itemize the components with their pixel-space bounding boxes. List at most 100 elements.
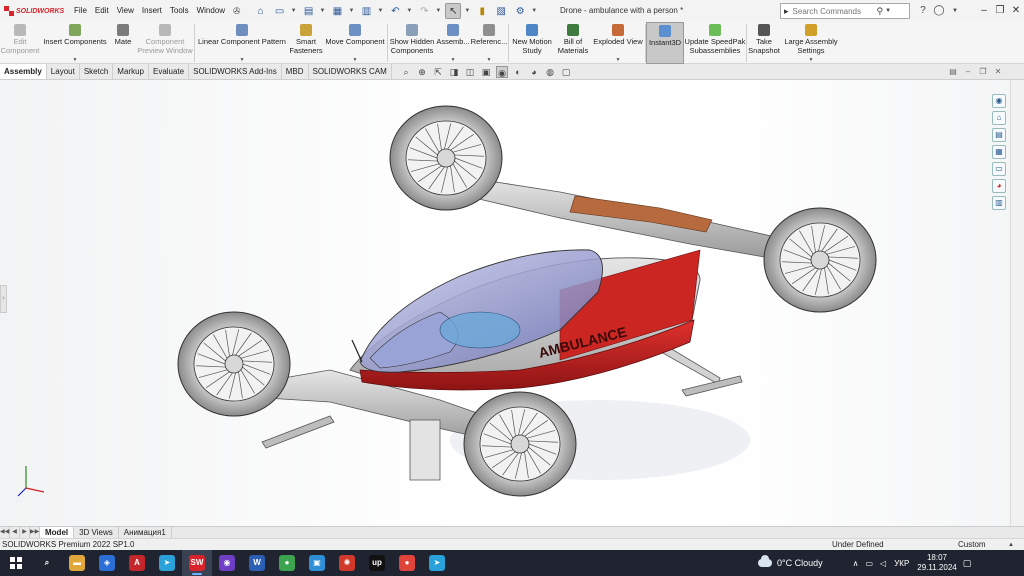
tray-chevron-icon[interactable]: ∧ [853,559,859,568]
file-explorer-pane-icon[interactable]: ▤ [992,128,1006,142]
redo-caret-icon[interactable]: ▼ [435,8,441,14]
tab-sketch[interactable]: Sketch [80,64,114,79]
network-icon[interactable]: ▭ [865,559,873,568]
ribbon-caret-icon[interactable]: ▼ [487,57,492,63]
reference-geometry-button[interactable]: Referenc... ▼ [470,22,508,64]
tab-evaluate[interactable]: Evaluate [149,64,190,79]
chrome-icon[interactable]: ● [272,550,302,576]
tab-markup[interactable]: Markup [113,64,149,79]
dynamic-annotation-icon[interactable]: ◫ [464,66,476,78]
ribbon-caret-icon[interactable]: ▼ [809,57,814,63]
view-orientation-icon[interactable]: ▣ [480,66,492,78]
search-icon[interactable]: ⚲ [877,6,884,17]
large-assembly-settings-button[interactable]: Large Assembly Settings ▼ [781,22,841,64]
previous-view-icon[interactable]: ⇱ [432,66,444,78]
section-view-icon[interactable]: ◨ [448,66,460,78]
menu-edit[interactable]: Edit [91,0,113,22]
home-icon[interactable]: ⌂ [253,3,269,19]
view-settings-icon[interactable]: ▢ [560,66,572,78]
edit-component-button[interactable]: Edit Component [0,22,40,64]
feature-manager-toggle[interactable]: › [0,285,7,313]
tab-solidworks-cam[interactable]: SOLIDWORKS CAM [309,64,392,79]
mate-button[interactable]: Mate [110,22,136,64]
tab-mbd[interactable]: MBD [282,64,309,79]
unit-system[interactable]: Custom [958,540,986,549]
component-preview-button[interactable]: Component Preview Window [136,22,194,64]
restore-icon[interactable]: ❐ [992,0,1008,22]
weather-text[interactable]: 0°C Cloudy [777,558,823,568]
clock[interactable]: 18:07 29.11.2024 [917,553,956,573]
last-tab-icon[interactable]: ▶▶ [30,527,40,538]
app-purple-icon[interactable]: ◉ [212,550,242,576]
new-motion-study-button[interactable]: New Motion Study [509,22,555,64]
apply-scene-icon[interactable]: ◍ [544,66,556,78]
take-snapshot-button[interactable]: Take Snapshot [747,22,781,64]
redo-icon[interactable]: ↷ [416,3,432,19]
weather-cloud-icon[interactable] [758,555,772,567]
custom-properties-icon[interactable]: ▥ [992,196,1006,210]
bill-of-materials-button[interactable]: Bill of Materials [555,22,591,64]
bottom-tab-1[interactable]: 3D Views [74,527,119,538]
display-style-icon[interactable]: ◉ [496,66,508,78]
rebuild-icon[interactable]: ▮ [474,3,490,19]
language-indicator[interactable]: УКР [894,559,909,568]
solidworks-logo[interactable]: SOLIDWORKS [0,6,70,16]
windows-start-icon[interactable] [0,550,32,576]
print-icon[interactable]: ▥ [358,3,374,19]
landing-strut-front[interactable] [409,419,441,481]
update-speedpak-button[interactable]: Update SpeedPak Subassemblies [684,22,746,64]
assembly-features-button[interactable]: Assemb... ▼ [436,22,470,64]
file-explorer-icon[interactable]: ▬ [62,550,92,576]
menu-window[interactable]: Window [193,0,229,22]
ribbon-caret-icon[interactable]: ▼ [73,57,78,63]
app-red-icon[interactable]: ✺ [332,550,362,576]
fan-rear-right[interactable] [763,207,877,313]
tab-layout[interactable]: Layout [47,64,80,79]
defender-icon[interactable]: ◈ [92,550,122,576]
bottom-tab-2[interactable]: Анимация1 [119,527,172,538]
new-document-icon[interactable]: ▭ [272,3,288,19]
edit-appearance-icon[interactable]: ◕ [528,66,540,78]
open-caret-icon[interactable]: ▼ [320,8,326,14]
move-component-button[interactable]: Move Component ▼ [323,22,387,64]
app-blue-icon[interactable]: ▣ [302,550,332,576]
ribbon-caret-icon[interactable]: ▼ [240,57,245,63]
ribbon-caret-icon[interactable]: ▼ [451,57,456,63]
zoom-to-fit-icon[interactable]: ⌕ [400,66,412,78]
tab-solidworks-add-ins[interactable]: SOLIDWORKS Add-Ins [189,64,282,79]
user-icon[interactable]: ◯ [932,3,946,19]
appearances-icon[interactable]: ◕ [992,179,1006,193]
linear-pattern-button[interactable]: Linear Component Pattern ▼ [195,22,289,64]
pin-icon[interactable]: ✇ [229,6,245,17]
design-library-icon[interactable]: ⌂ [992,111,1006,125]
options-caret-icon[interactable]: ▼ [531,8,537,14]
search-input[interactable] [792,6,877,16]
ribbon-caret-icon[interactable]: ▼ [353,57,358,63]
smart-fasteners-button[interactable]: Smart Fasteners [289,22,323,64]
menu-file[interactable]: File [70,0,91,22]
tab-assembly[interactable]: Assembly [0,64,47,79]
save-icon[interactable]: ▦ [330,3,346,19]
landing-foot-left[interactable] [261,415,335,449]
prev-tab-icon[interactable]: ◀ [10,527,20,538]
undo-icon[interactable]: ↶ [387,3,403,19]
chrome-2-icon[interactable]: ● [392,550,422,576]
search-taskbar-icon[interactable]: ⌕ [32,550,62,576]
drone-ambulance-model[interactable]: AMBULANCE [0,80,1024,526]
insert-components-button[interactable]: Insert Components ▼ [40,22,110,64]
unit-system-caret-icon[interactable]: ▲ [1008,542,1014,548]
volume-icon[interactable]: ◁ [880,559,886,568]
exploded-view-button[interactable]: Exploded View ▼ [591,22,645,64]
fan-front-right[interactable] [463,391,577,497]
file-properties-icon[interactable]: ▧ [493,3,509,19]
folder-icon[interactable]: ▭ [992,162,1006,176]
graphics-area[interactable]: AMBULANCE › ◉ ⌂ ▤ ▦ ▭ ◕ ▥ [0,80,1024,526]
viewport-minimize-icon[interactable]: – [962,66,974,78]
undo-caret-icon[interactable]: ▼ [406,8,412,14]
bottom-tab-0[interactable]: Model [40,527,75,538]
select-icon[interactable]: ↖ [445,3,462,19]
help-icon[interactable]: ? [916,3,930,19]
menu-tools[interactable]: Tools [166,0,193,22]
solidworks-resources-icon[interactable]: ◉ [992,94,1006,108]
search-caret-icon[interactable]: ▼ [885,8,891,14]
